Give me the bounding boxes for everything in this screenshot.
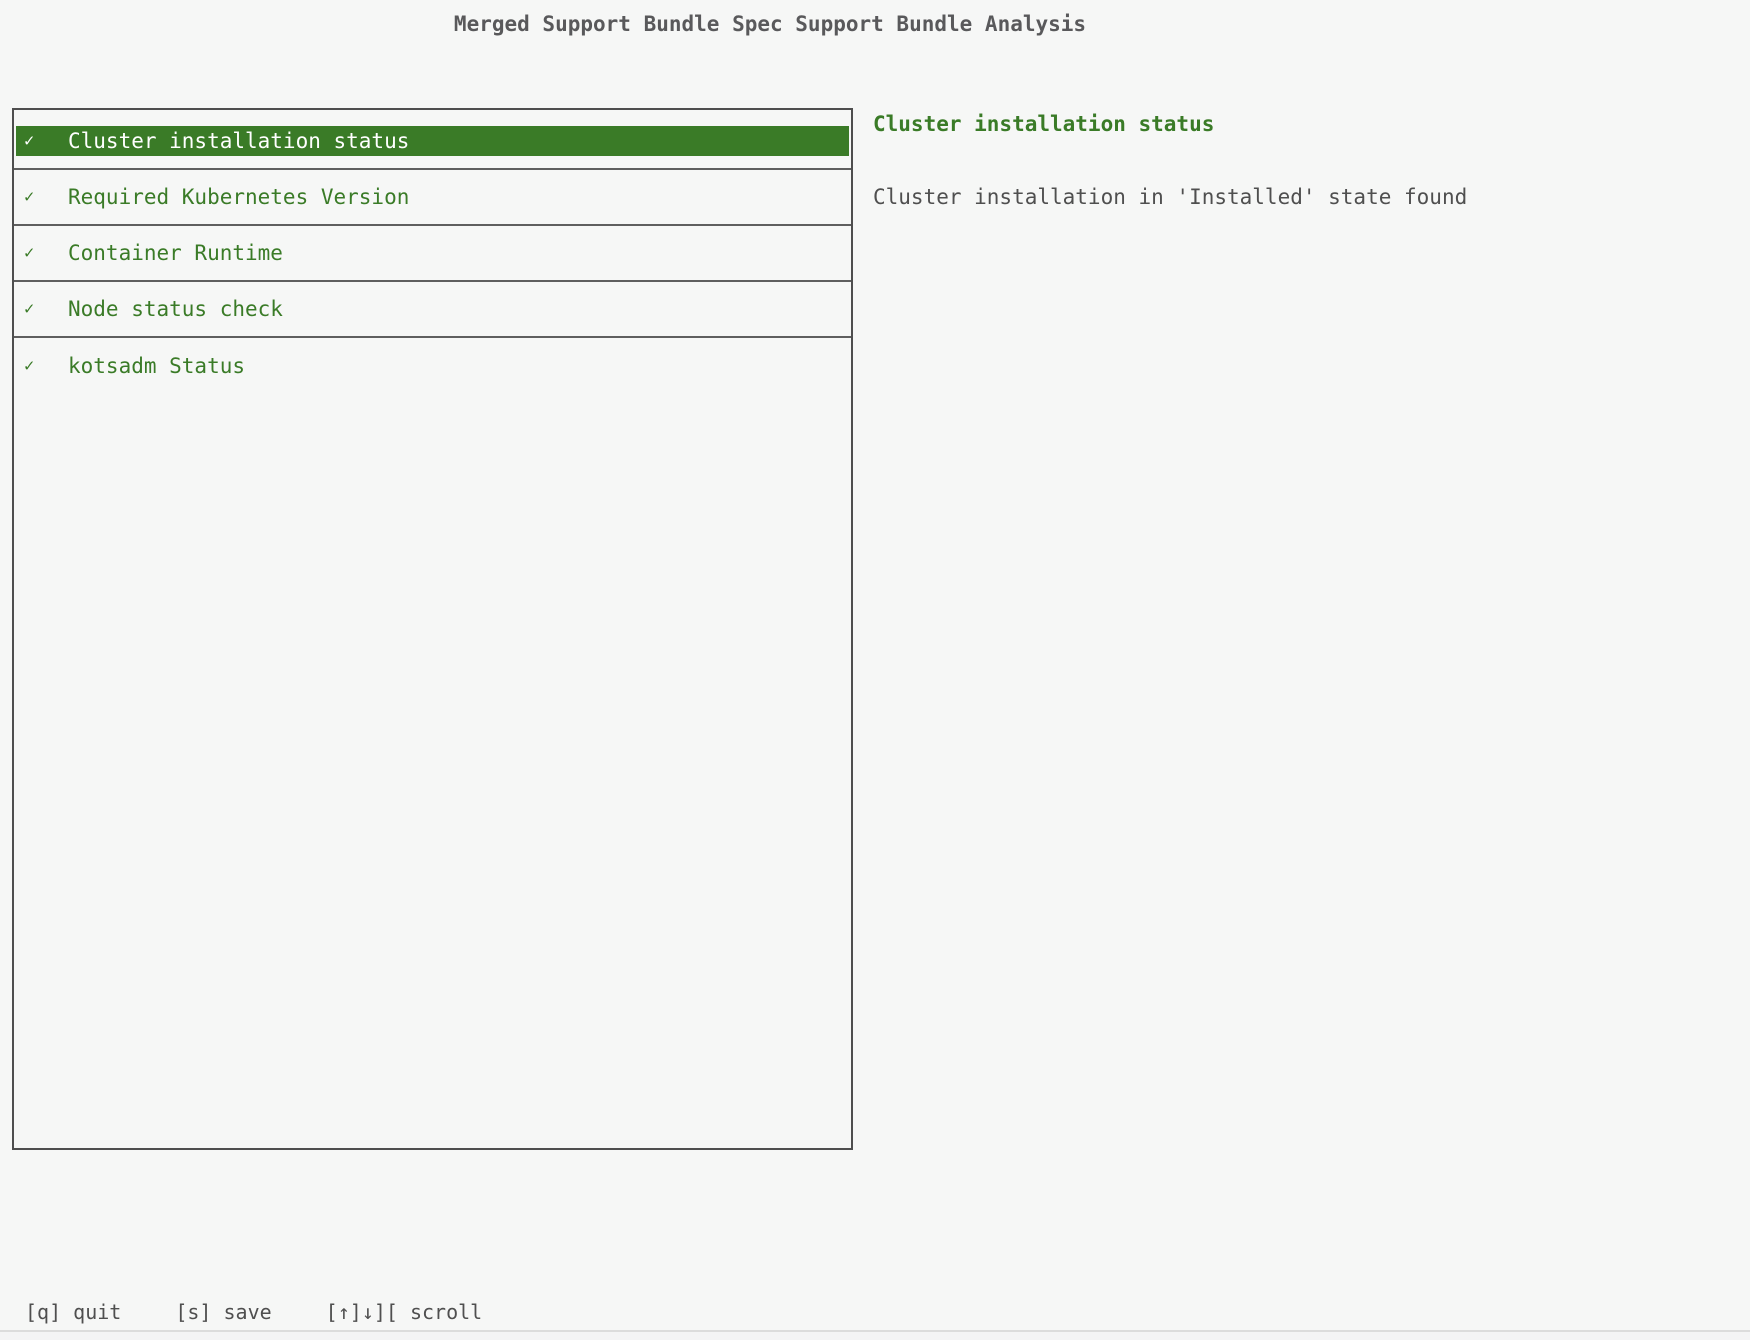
- analyzer-label: kotsadm Status: [68, 354, 245, 378]
- check-icon: ✓: [24, 299, 48, 319]
- app-title: Merged Support Bundle Spec Support Bundl…: [0, 12, 1540, 36]
- save-hint: [s] save: [175, 1300, 271, 1324]
- analyzer-label: Required Kubernetes Version: [68, 185, 409, 209]
- check-icon: ✓: [24, 356, 48, 376]
- detail-title: Cluster installation status: [873, 112, 1467, 136]
- detail-message: Cluster installation in 'Installed' stat…: [873, 185, 1467, 209]
- check-icon: ✓: [24, 243, 48, 263]
- scroll-hint: [↑]↓][ scroll: [326, 1300, 483, 1324]
- window-bottom-edge: [0, 1330, 1750, 1340]
- quit-hint: [q] quit: [25, 1300, 121, 1324]
- analyzer-list-item[interactable]: ✓ kotsadm Status: [14, 338, 851, 394]
- analyzer-list-item[interactable]: ✓ Cluster installation status: [14, 114, 851, 170]
- analyzer-list-item[interactable]: ✓ Node status check: [14, 282, 851, 338]
- analyzer-list-item-inner: ✓ Container Runtime: [16, 238, 849, 268]
- terminal-screen: Merged Support Bundle Spec Support Bundl…: [0, 0, 1750, 1338]
- check-icon: ✓: [24, 187, 48, 207]
- analyzer-list-item-inner: ✓ Cluster installation status: [16, 126, 849, 156]
- detail-panel: Cluster installation status Cluster inst…: [873, 112, 1467, 209]
- analyzer-label: Node status check: [68, 297, 283, 321]
- analyzer-label: Container Runtime: [68, 241, 283, 265]
- analyzer-list-item-inner: ✓ Node status check: [16, 294, 849, 324]
- analyzer-list-item[interactable]: ✓ Required Kubernetes Version: [14, 170, 851, 226]
- keybinding-footer: [q] quit [s] save [↑]↓][ scroll: [25, 1300, 482, 1324]
- check-icon: ✓: [24, 131, 48, 151]
- analyzer-list[interactable]: ✓ Cluster installation status ✓ Required…: [12, 108, 853, 1150]
- analyzer-list-item-inner: ✓ Required Kubernetes Version: [16, 182, 849, 212]
- analyzer-list-item[interactable]: ✓ Container Runtime: [14, 226, 851, 282]
- analyzer-label: Cluster installation status: [68, 129, 409, 153]
- analyzer-list-item-inner: ✓ kotsadm Status: [16, 351, 849, 381]
